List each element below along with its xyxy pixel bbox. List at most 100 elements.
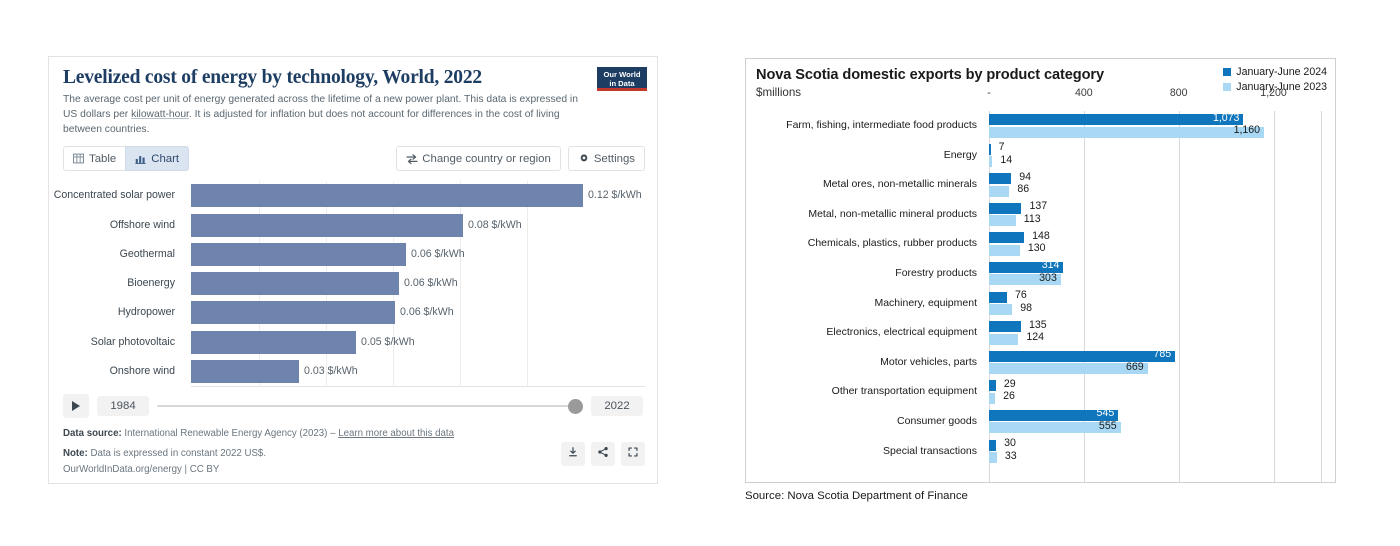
- share-button[interactable]: [591, 442, 615, 467]
- chart-bar-row[interactable]: Other transportation equipment 29 26: [746, 377, 1335, 407]
- chart-bar-row[interactable]: Forestry products 314 303: [746, 259, 1335, 289]
- bar-value-label-2023: 26: [1003, 390, 1015, 403]
- change-country-or-region-label: Change country or region: [422, 152, 551, 165]
- swap-icon: [406, 153, 418, 165]
- tab-table-label: Table: [89, 152, 117, 165]
- tab-chart[interactable]: Chart: [125, 146, 190, 172]
- chart-subtitle: The average cost per unit of energy gene…: [63, 93, 583, 137]
- bar-category-label: Forestry products: [895, 266, 977, 279]
- chart-bar-2023[interactable]: [989, 392, 996, 404]
- bar-category-label: Metal ores, non-metallic minerals: [822, 178, 977, 191]
- chart-bar-row[interactable]: Concentrated solar power 0.12 $/kWh: [49, 181, 657, 210]
- x-axis-tick-label: 400: [1075, 87, 1093, 99]
- chart-bar-row[interactable]: Motor vehicles, parts 785 669: [746, 348, 1335, 378]
- chart-bar-2023[interactable]: [989, 363, 1148, 375]
- tab-table[interactable]: Table: [63, 146, 126, 172]
- chart-bar[interactable]: [191, 301, 395, 325]
- chart-bar-row[interactable]: Geothermal 0.06 $/kWh: [49, 240, 657, 269]
- chart-bar-2023[interactable]: [989, 156, 993, 168]
- chart-bar-2024[interactable]: [989, 321, 1021, 333]
- settings-label: Settings: [593, 152, 635, 165]
- bar-category-label: Energy: [943, 148, 977, 161]
- nova-scotia-exports-card: Nova Scotia domestic exports by product …: [745, 58, 1336, 483]
- slider-handle[interactable]: [568, 398, 583, 414]
- owid-actions: Change country or region Settings: [396, 146, 645, 172]
- chart-bar-2024[interactable]: [989, 202, 1022, 214]
- play-button[interactable]: [63, 394, 89, 419]
- bar-value-label-2023: 130: [1027, 242, 1046, 255]
- chart-bar-2024[interactable]: [989, 439, 997, 451]
- chart-bar-2023[interactable]: [989, 215, 1016, 227]
- chart-bar-row[interactable]: Consumer goods 545 555: [746, 407, 1335, 437]
- data-source-label: Data source:: [63, 428, 122, 440]
- bar-value-label-2023: 86: [1017, 183, 1030, 196]
- chart-bar-row[interactable]: Onshore wind 0.03 $/kWh: [49, 357, 657, 386]
- slider-start-year[interactable]: 1984: [97, 396, 149, 417]
- ns-x-axis: - 400 800 1,200: [746, 87, 1335, 103]
- owid-bar-chart: Concentrated solar power 0.12 $/kWh Offsho…: [49, 181, 657, 388]
- learn-more-link[interactable]: Learn more about this data: [338, 428, 454, 439]
- chart-bar[interactable]: [191, 360, 299, 384]
- chart-bar-row[interactable]: Electronics, electrical equipment 135 124: [746, 318, 1335, 348]
- settings-button[interactable]: Settings: [567, 146, 645, 172]
- bar-value-label-2023: 555: [1098, 419, 1117, 432]
- view-tabs: Table Chart: [63, 146, 190, 172]
- chart-bar[interactable]: [191, 272, 399, 296]
- chart-bar-2024[interactable]: [989, 291, 1008, 303]
- chart-bar-2024[interactable]: [989, 350, 1176, 362]
- chart-bar-2023[interactable]: [989, 452, 997, 464]
- license-line: OurWorldInData.org/energy | CC BY: [63, 463, 220, 475]
- chart-bar-2024[interactable]: [989, 380, 996, 392]
- bar-value-label-2023: 14: [1000, 153, 1013, 166]
- slider-track-wrap[interactable]: [157, 394, 583, 418]
- owid-toolbar: Table Chart Change country or region Set…: [49, 137, 657, 179]
- chart-bar-2023[interactable]: [989, 185, 1010, 197]
- bar-category-label: Onshore wind: [109, 365, 175, 378]
- kilowatt-hour-link[interactable]: kilowatt-hour: [131, 109, 189, 120]
- x-axis-tick-label: -: [987, 87, 991, 99]
- chart-bar-row[interactable]: Bioenergy 0.06 $/kWh: [49, 269, 657, 298]
- chart-bar-2024[interactable]: [989, 143, 991, 155]
- chart-bar-row[interactable]: Metal, non-metallic mineral products 137 1…: [746, 200, 1335, 230]
- page-title: Levelized cost of energy by technology, …: [63, 67, 482, 88]
- chart-bar[interactable]: [191, 330, 356, 354]
- chart-bar-row[interactable]: Special transactions 30 33: [746, 437, 1335, 467]
- bar-category-label: Machinery, equipment: [874, 296, 977, 309]
- chart-bar-row[interactable]: Hydropower 0.06 $/kWh: [49, 298, 657, 327]
- chart-bar-2024[interactable]: [989, 114, 1244, 125]
- chart-bar[interactable]: [191, 242, 406, 266]
- chart-bar-row[interactable]: Offshore wind 0.08 $/kWh: [49, 211, 657, 240]
- chart-bar[interactable]: [191, 213, 463, 237]
- chart-bar-2023[interactable]: [989, 333, 1019, 345]
- chart-bar-row[interactable]: Solar photovoltaic 0.05 $/kWh: [49, 328, 657, 357]
- expand-button[interactable]: [621, 442, 645, 467]
- owid-logo-line1: Our World: [603, 70, 641, 79]
- bar-category-label: Metal, non-metallic mineral products: [808, 207, 977, 220]
- bar-value-label-2023: 113: [1023, 212, 1041, 225]
- legend-item-2024[interactable]: January-June 2024: [1223, 65, 1327, 79]
- bar-category-label: Farm, fishing, intermediate food product…: [786, 119, 977, 131]
- chart-bar-2024[interactable]: [989, 173, 1012, 185]
- chart-bar-2024[interactable]: [989, 232, 1025, 244]
- ns-source-note: Source: Nova Scotia Department of Financ…: [745, 490, 968, 502]
- owid-footer: Data source: International Renewable Ene…: [49, 422, 657, 477]
- bar-value-label: 0.05 $/kWh: [361, 335, 415, 348]
- owid-logo[interactable]: Our World in Data: [597, 67, 647, 91]
- chart-bar-2023[interactable]: [989, 126, 1265, 138]
- chart-bar-row[interactable]: Metal ores, non-metallic minerals 94 86: [746, 170, 1335, 200]
- slider-end-year[interactable]: 2022: [591, 396, 643, 417]
- download-button[interactable]: [561, 442, 585, 467]
- bar-value-label: 0.08 $/kWh: [468, 218, 522, 231]
- chart-bar-row[interactable]: Chemicals, plastics, rubber products 148 1…: [746, 229, 1335, 259]
- bar-category-label: Special transactions: [883, 444, 977, 457]
- chart-axis-line: [191, 386, 645, 388]
- chart-bar-row[interactable]: Farm, fishing, intermediate food product…: [746, 111, 1335, 141]
- footer-action-buttons: [561, 442, 645, 467]
- chart-bar[interactable]: [191, 184, 583, 208]
- slider-track[interactable]: [157, 405, 583, 408]
- chart-bar-row[interactable]: Energy 7 14: [746, 141, 1335, 171]
- chart-bar-row[interactable]: Machinery, equipment 76 98: [746, 289, 1335, 319]
- change-country-or-region-button[interactable]: Change country or region: [396, 146, 561, 172]
- chart-bar-2023[interactable]: [989, 244, 1020, 256]
- chart-bar-2023[interactable]: [989, 304, 1013, 316]
